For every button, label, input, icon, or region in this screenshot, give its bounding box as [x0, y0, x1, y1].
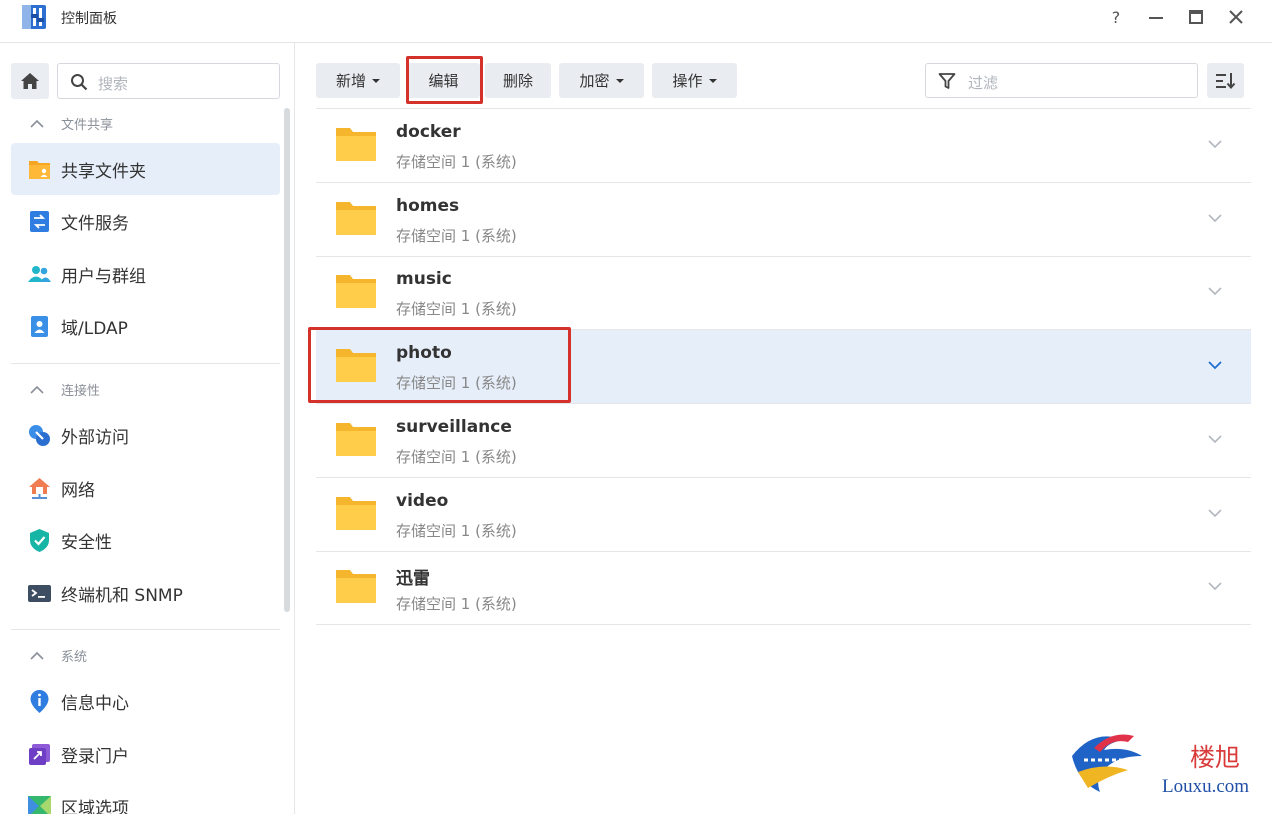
delete-button[interactable]: 删除 — [485, 63, 551, 98]
shared-folder-icon — [29, 161, 50, 179]
folder-icon — [336, 497, 376, 530]
section-divider — [11, 363, 280, 364]
folder-icon — [336, 202, 376, 235]
help-button[interactable]: ? — [1104, 6, 1128, 28]
section-divider — [11, 629, 280, 630]
edit-button-highlight — [406, 56, 483, 104]
minimize-button[interactable] — [1144, 6, 1168, 28]
watermark-en-text: Louxu.com — [1162, 776, 1250, 797]
filter-placeholder: 过滤 — [968, 74, 999, 92]
terminal-icon — [28, 585, 51, 602]
create-button[interactable]: 新增 — [316, 63, 400, 98]
encrypt-button[interactable]: 加密 — [559, 63, 644, 98]
watermark-cn-text: 楼旭 — [1190, 743, 1241, 772]
sidebar-item-terminal-snmp[interactable]: 终端机和 SNMP — [11, 567, 280, 619]
dropdown-caret-icon — [708, 78, 717, 83]
file-services-icon — [30, 211, 49, 232]
external-access-icon — [29, 425, 50, 446]
sidebar: 搜索 文件共享 共享文件夹 文件服务 用户与群组 域/LDAP 连接性 外部访问… — [0, 43, 295, 814]
sidebar-item-users-groups[interactable]: 用户与群组 — [11, 248, 280, 300]
filter-input[interactable]: 过滤 — [925, 63, 1198, 98]
minimize-icon — [1149, 17, 1163, 19]
maximize-icon — [1189, 10, 1203, 24]
chevron-up-icon — [30, 385, 52, 394]
window-title: 控制面板 — [61, 11, 117, 27]
login-portal-icon — [29, 744, 50, 765]
search-icon — [71, 74, 88, 91]
folder-row-homes[interactable]: homes 存储空间 1 (系统) — [316, 183, 1251, 257]
search-placeholder: 搜索 — [98, 75, 129, 93]
sidebar-item-network[interactable]: 网络 — [11, 462, 280, 514]
section-header-system[interactable]: 系统 — [30, 645, 87, 665]
folder-row-xunlei[interactable]: 迅雷 存储空间 1 (系统) — [316, 551, 1251, 625]
sidebar-item-security[interactable]: 安全性 — [11, 514, 280, 566]
chevron-down-icon[interactable] — [1208, 360, 1222, 370]
section-header-connectivity[interactable]: 连接性 — [30, 379, 100, 399]
sidebar-item-info-center[interactable]: 信息中心 — [11, 675, 280, 727]
chevron-down-icon[interactable] — [1208, 508, 1222, 518]
info-center-icon — [30, 690, 49, 713]
regional-options-icon — [28, 796, 51, 814]
chevron-up-icon — [30, 651, 52, 660]
folder-row-docker[interactable]: docker 存储空间 1 (系统) — [316, 109, 1251, 183]
folder-icon — [336, 570, 376, 603]
help-icon: ? — [1111, 7, 1121, 27]
folder-row-video[interactable]: video 存储空间 1 (系统) — [316, 478, 1251, 552]
action-button[interactable]: 操作 — [652, 63, 737, 98]
photo-row-highlight — [308, 327, 571, 403]
control-panel-app-icon — [22, 5, 46, 29]
watermark-logo: 楼旭 Louxu.com — [1062, 722, 1272, 814]
dropdown-caret-icon — [372, 78, 380, 83]
home-icon — [21, 73, 39, 89]
title-bar: 控制面板 ? — [0, 0, 1272, 36]
network-icon — [29, 478, 50, 499]
sidebar-item-regional-options[interactable]: 区域选项 — [11, 780, 280, 814]
chevron-down-icon[interactable] — [1208, 581, 1222, 591]
chevron-down-icon[interactable] — [1208, 213, 1222, 223]
sidebar-item-external-access[interactable]: 外部访问 — [11, 409, 280, 461]
close-icon — [1229, 10, 1243, 24]
security-shield-icon — [30, 529, 49, 552]
sidebar-item-domain-ldap[interactable]: 域/LDAP — [11, 300, 280, 352]
sort-icon — [1215, 72, 1235, 89]
chevron-down-icon[interactable] — [1208, 434, 1222, 444]
sidebar-item-shared-folder[interactable]: 共享文件夹 — [11, 143, 280, 195]
home-button[interactable] — [11, 63, 49, 99]
sidebar-search-input[interactable]: 搜索 — [57, 63, 280, 99]
close-button[interactable] — [1224, 6, 1248, 28]
chevron-up-icon — [30, 119, 52, 128]
domain-ldap-icon — [31, 316, 48, 337]
filter-icon — [938, 73, 956, 89]
folder-icon — [336, 275, 376, 308]
sidebar-scrollbar[interactable] — [284, 108, 290, 612]
users-groups-icon — [28, 266, 51, 282]
folder-row-surveillance[interactable]: surveillance 存储空间 1 (系统) — [316, 404, 1251, 478]
section-header-file-sharing[interactable]: 文件共享 — [30, 113, 113, 133]
sidebar-item-login-portal[interactable]: 登录门户 — [11, 728, 280, 780]
sort-button[interactable] — [1207, 63, 1244, 98]
dropdown-caret-icon — [615, 78, 624, 83]
maximize-button[interactable] — [1184, 6, 1208, 28]
chevron-down-icon[interactable] — [1208, 139, 1222, 149]
folder-icon — [336, 423, 376, 456]
chevron-down-icon[interactable] — [1208, 286, 1222, 296]
folder-row-music[interactable]: music 存储空间 1 (系统) — [316, 256, 1251, 330]
watermark-bird-icon — [1072, 734, 1142, 792]
folder-icon — [336, 128, 376, 161]
sidebar-item-file-services[interactable]: 文件服务 — [11, 195, 280, 247]
